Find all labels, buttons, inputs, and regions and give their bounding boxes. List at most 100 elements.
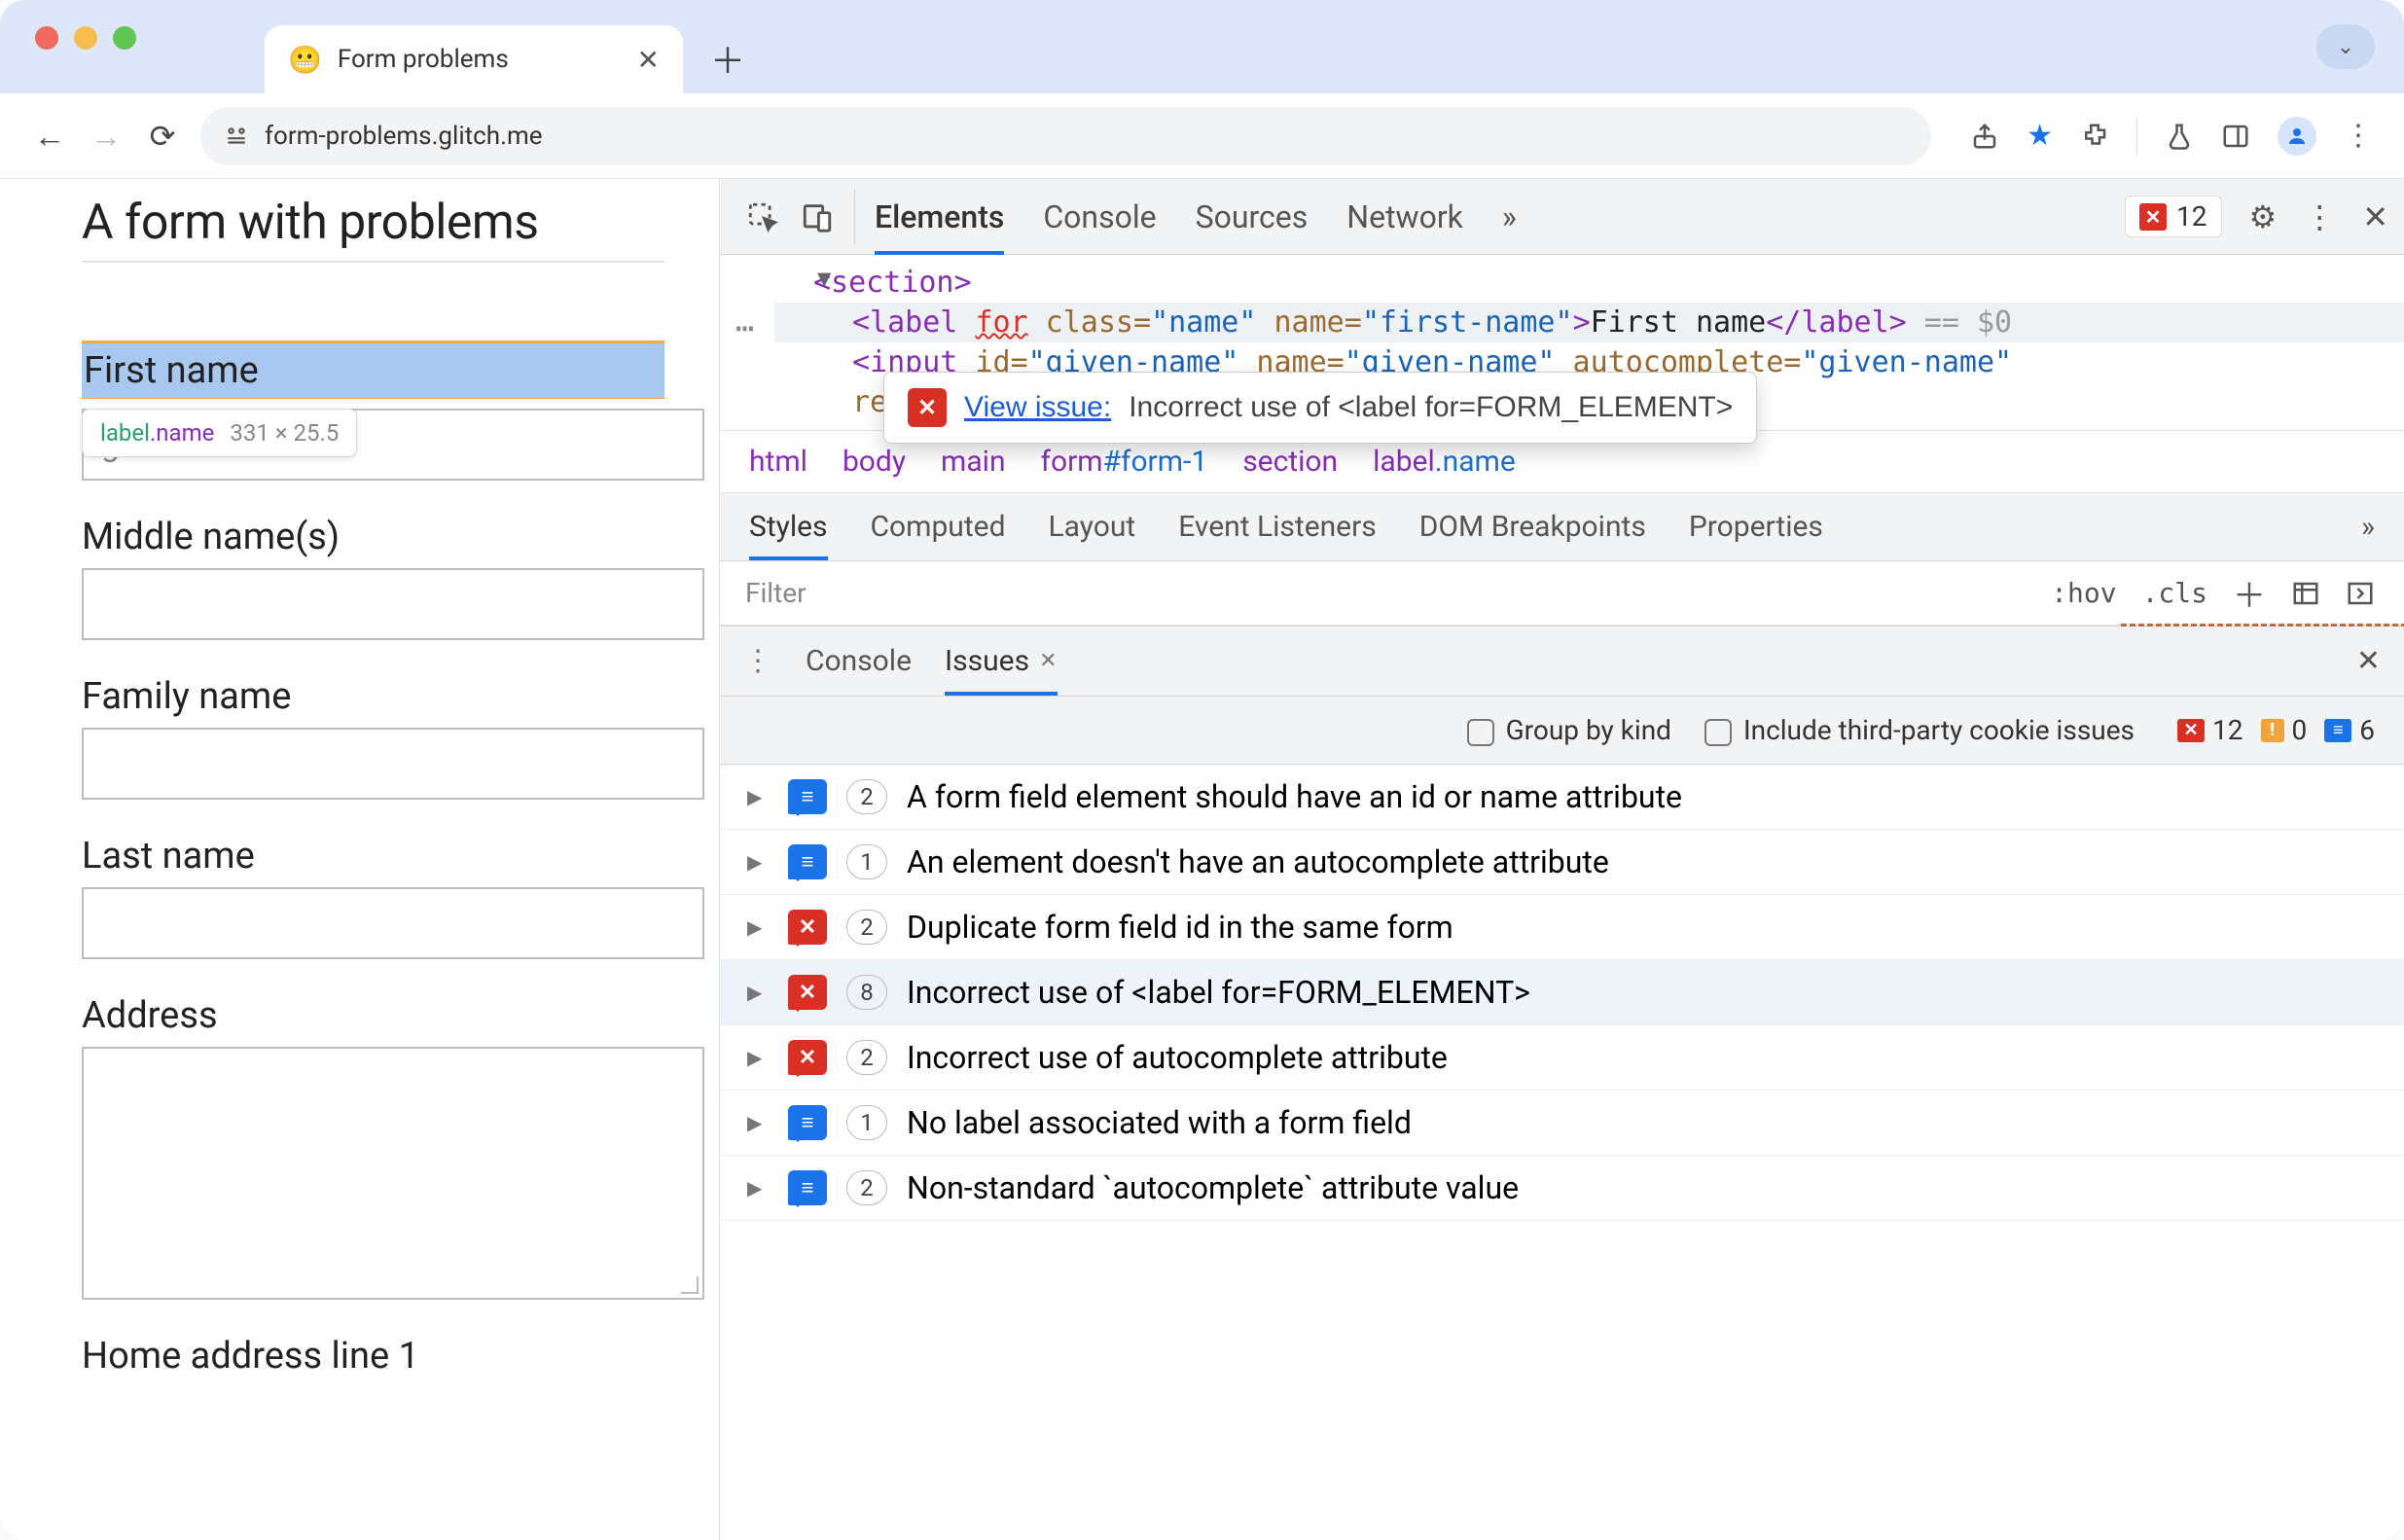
input-middle-name[interactable]	[82, 568, 704, 640]
expand-icon[interactable]: ▶	[747, 785, 769, 808]
forward-button[interactable]: →	[88, 118, 125, 155]
share-icon[interactable]	[1970, 122, 1999, 151]
issue-row[interactable]: ▶≡1No label associated with a form field	[720, 1091, 2404, 1156]
expand-icon[interactable]: ▶	[747, 1176, 769, 1200]
tab-overflow-button[interactable]: ⌄	[2316, 24, 2375, 69]
expand-icon[interactable]: ▶	[747, 850, 769, 874]
inherited-divider	[2121, 624, 2404, 627]
stat-error-icon: ✕	[2177, 719, 2205, 742]
browser-tab[interactable]: 😬 Form problems ✕	[265, 25, 683, 93]
crumb-main[interactable]: main	[941, 445, 1006, 479]
issue-count: 2	[846, 1170, 887, 1205]
styles-filter-input[interactable]: Filter	[720, 577, 2022, 609]
issue-row[interactable]: ▶✕2Incorrect use of autocomplete attribu…	[720, 1025, 2404, 1091]
issue-row[interactable]: ▶≡1An element doesn't have an autocomple…	[720, 830, 2404, 895]
issue-title: A form field element should have an id o…	[907, 778, 1682, 815]
issue-row[interactable]: ▶ ≡ 2 Non-standard `autocomplete` attribute…	[720, 1156, 2404, 1221]
view-issue-link[interactable]: View issue:	[964, 391, 1111, 424]
crumb-form[interactable]: form#form-1	[1041, 445, 1208, 479]
issue-row[interactable]: ▶≡2A form field element should have an i…	[720, 765, 2404, 830]
window-controls	[35, 0, 136, 93]
subtabs-overflow[interactable]: »	[2361, 510, 2375, 544]
devtools-tab-console[interactable]: Console	[1043, 179, 1156, 254]
crumb-html[interactable]: html	[749, 445, 807, 479]
stat-warning-count: 0	[2292, 714, 2308, 746]
bookmark-star-icon[interactable]: ★	[2027, 119, 2053, 153]
crumb-body[interactable]: body	[843, 445, 906, 479]
devtools-tabs-overflow[interactable]: »	[1502, 179, 1517, 254]
expand-icon[interactable]: ▶	[747, 915, 769, 939]
toggle-sidebar-icon[interactable]	[2346, 579, 2375, 608]
crumb-label[interactable]: label.name	[1373, 445, 1516, 479]
tab-close-icon[interactable]: ✕	[637, 44, 660, 76]
expand-icon[interactable]: ▶	[747, 1046, 769, 1069]
drawer-tab-issues[interactable]: Issues ✕	[945, 644, 1058, 678]
issue-popover: ✕ View issue: Incorrect use of <label fo…	[883, 372, 1757, 444]
issue-title: An element doesn't have an autocomplete …	[907, 843, 1609, 880]
issue-row[interactable]: ▶✕8Incorrect use of <label for=FORM_ELEM…	[720, 960, 2404, 1025]
subtab-properties[interactable]: Properties	[1689, 510, 1823, 544]
severity-icon: ✕	[788, 975, 827, 1010]
reload-button[interactable]: ⟳	[144, 118, 181, 155]
dom-ellipsis-icon[interactable]: ⋯	[736, 309, 756, 346]
subtab-computed[interactable]: Computed	[871, 510, 1006, 544]
browser-menu-icon[interactable]: ⋮	[2344, 119, 2373, 153]
computed-box-icon[interactable]	[2291, 579, 2320, 608]
severity-icon: ✕	[788, 910, 827, 945]
devtools-tab-network[interactable]: Network	[1346, 179, 1463, 254]
hov-toggle[interactable]: :hov	[2051, 577, 2116, 609]
devtools-tab-elements[interactable]: Elements	[875, 179, 1004, 254]
devtools-drawer: ⋮ Console Issues ✕ ✕ Group by kind Inclu…	[720, 626, 2404, 1540]
subtab-dom-breakpoints[interactable]: DOM Breakpoints	[1419, 510, 1646, 544]
subtab-styles[interactable]: Styles	[749, 510, 828, 544]
issue-count: 8	[846, 975, 887, 1010]
third-party-checkbox[interactable]: Include third-party cookie issues	[1704, 714, 2135, 746]
textarea-address[interactable]	[82, 1047, 704, 1300]
severity-icon: ≡	[788, 1105, 827, 1140]
subtab-layout[interactable]: Layout	[1049, 510, 1136, 544]
extensions-icon[interactable]	[2080, 122, 2109, 151]
error-count: 12	[2176, 200, 2207, 233]
device-toggle-icon[interactable]	[790, 190, 844, 244]
dom-node-label[interactable]: <label for class="name" name="first-name…	[774, 303, 2404, 342]
issues-toolbar: Group by kind Include third-party cookie…	[720, 697, 2404, 765]
profile-avatar[interactable]	[2278, 117, 2316, 156]
cls-toggle[interactable]: .cls	[2142, 577, 2207, 609]
new-tab-button[interactable]: ＋	[699, 29, 757, 88]
stat-warning-icon: !	[2261, 719, 2284, 742]
devtools-close-icon[interactable]: ✕	[2362, 198, 2388, 235]
inspect-element-icon[interactable]	[736, 190, 790, 244]
issue-row[interactable]: ▶✕2Duplicate form field id in the same f…	[720, 895, 2404, 960]
dom-node-section[interactable]: <section>	[774, 263, 2404, 303]
drawer-tab-close-icon[interactable]: ✕	[1039, 649, 1057, 673]
close-window-button[interactable]	[35, 26, 58, 50]
error-count-badge[interactable]: ✕ 12	[2125, 196, 2221, 237]
devtools-menu-icon[interactable]: ⋮	[2304, 198, 2335, 235]
severity-icon: ≡	[788, 1170, 827, 1205]
crumb-section[interactable]: section	[1242, 445, 1338, 479]
drawer-tab-console[interactable]: Console	[806, 644, 912, 678]
site-info-icon[interactable]	[224, 124, 249, 149]
subtab-event-listeners[interactable]: Event Listeners	[1178, 510, 1377, 544]
expand-icon[interactable]: ▶	[747, 981, 769, 1004]
devtools-settings-icon[interactable]: ⚙	[2249, 198, 2278, 235]
drawer-menu-icon[interactable]: ⋮	[743, 644, 772, 678]
group-by-kind-checkbox[interactable]: Group by kind	[1467, 714, 1671, 746]
address-bar[interactable]: form-problems.glitch.me	[200, 107, 1931, 165]
minimize-window-button[interactable]	[74, 26, 97, 50]
side-panel-icon[interactable]	[2221, 122, 2250, 151]
expand-icon[interactable]: ▶	[747, 1111, 769, 1134]
issue-title: Non-standard `autocomplete` attribute va…	[907, 1169, 1519, 1206]
devtools-tab-sources[interactable]: Sources	[1196, 179, 1309, 254]
labs-icon[interactable]	[2165, 122, 2194, 151]
dom-expand-icon[interactable]: ▼	[817, 265, 831, 292]
dom-tree[interactable]: ▼ ⋯ <section> <label for class="name" na…	[720, 255, 2404, 430]
maximize-window-button[interactable]	[113, 26, 136, 50]
page-viewport: A form with problems label.name 331 × 25…	[0, 179, 720, 1540]
browser-tabstrip: 😬 Form problems ✕ ＋ ⌄	[0, 0, 2404, 93]
new-style-rule-icon[interactable]: ＋	[2233, 569, 2266, 617]
input-family-name[interactable]	[82, 728, 704, 800]
back-button[interactable]: ←	[31, 118, 68, 155]
input-last-name[interactable]	[82, 887, 704, 959]
drawer-close-icon[interactable]: ✕	[2356, 644, 2381, 678]
